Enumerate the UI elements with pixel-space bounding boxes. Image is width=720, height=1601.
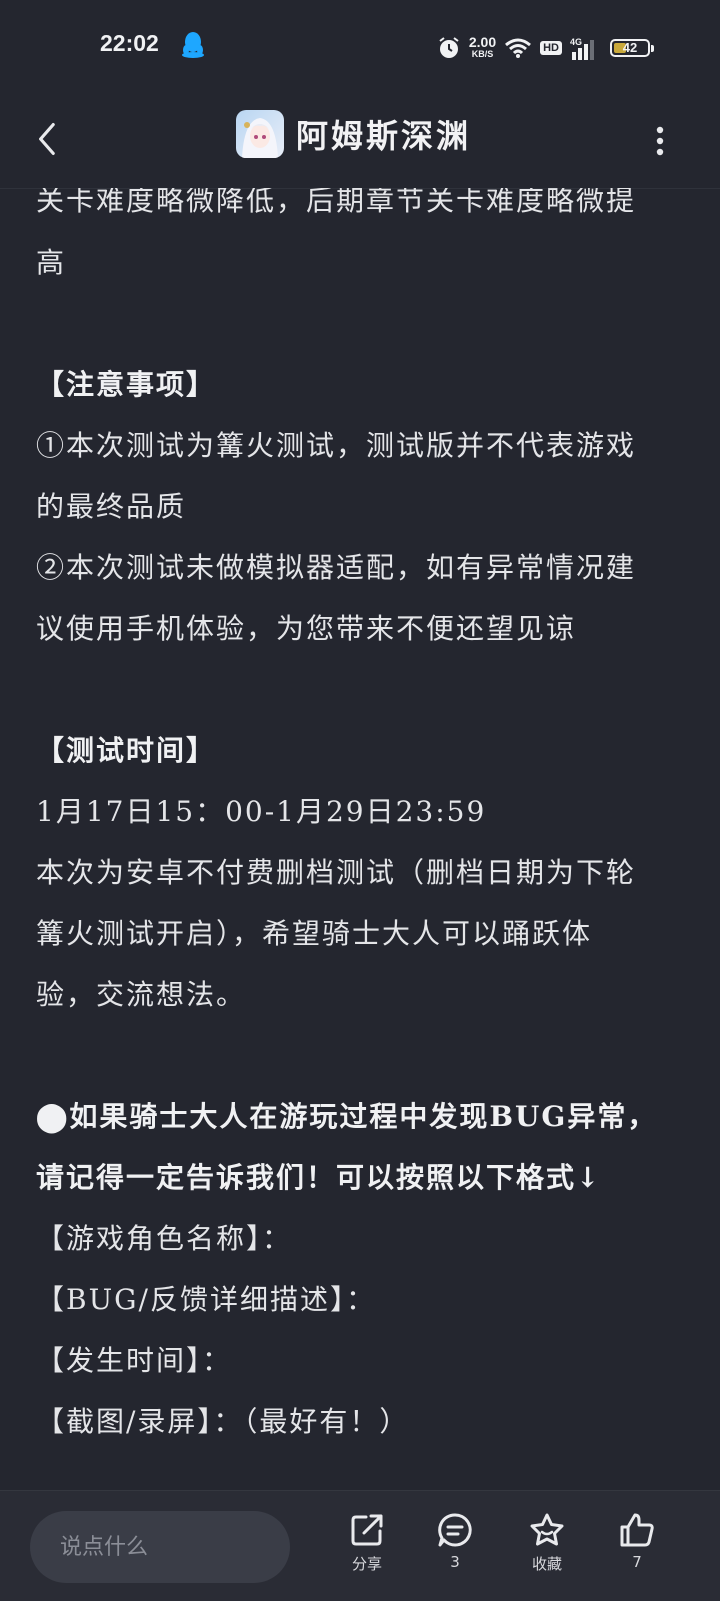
game-title-group[interactable]: 阿姆斯深渊 bbox=[236, 110, 471, 158]
wifi-icon bbox=[504, 37, 532, 59]
share-label: 分享 bbox=[351, 1555, 382, 1573]
back-button[interactable] bbox=[26, 114, 66, 164]
more-button[interactable] bbox=[648, 116, 672, 166]
article-body: 关卡难度略微降低，后期章节关卡难度略微提 高 【注意事项】 ①本次测试为篝火测试… bbox=[36, 188, 686, 1500]
hd-badge: HD bbox=[540, 41, 562, 55]
like-button[interactable]: 7 bbox=[602, 1511, 672, 1591]
thumbs-up-icon bbox=[620, 1513, 654, 1547]
section-heading: 【注意事项】 bbox=[36, 368, 217, 401]
text-line: 篝火测试开启），希望骑士大人可以踊跃体 bbox=[36, 917, 593, 950]
status-time: 22:02 bbox=[100, 30, 159, 56]
comment-icon bbox=[438, 1513, 472, 1547]
text-line: ②本次测试未做模拟器适配，如有异常情况建 bbox=[36, 551, 637, 584]
net-speed: 2.00 KB/S bbox=[468, 34, 497, 60]
comment-button[interactable]: 3 bbox=[420, 1511, 490, 1591]
signal-icon: 4G bbox=[570, 36, 598, 60]
text-line bbox=[36, 1025, 686, 1086]
status-icons: 2.00 KB/S HD 4G 42 bbox=[437, 30, 654, 66]
text-line: ①本次测试为篝火测试，测试版并不代表游戏 bbox=[36, 429, 637, 462]
share-button[interactable]: 分享 bbox=[332, 1511, 402, 1591]
text-line: 请记得一定告诉我们！可以按照以下格式↓ bbox=[36, 1161, 602, 1194]
comment-input[interactable] bbox=[30, 1511, 290, 1583]
text-line: 【发生时间】： bbox=[36, 1344, 233, 1377]
chevron-left-icon bbox=[39, 123, 55, 155]
battery-level: 42 bbox=[622, 40, 638, 55]
alarm-icon bbox=[437, 36, 461, 60]
text-line: 议使用手机体验，为您带来不便还望见谅 bbox=[36, 612, 577, 645]
text-line: 的最终品质 bbox=[36, 490, 187, 523]
text-line: 1月17日15：00-1月29日23:59 bbox=[36, 795, 487, 828]
text-line: 验，交流想法。 bbox=[36, 978, 247, 1011]
section-heading: 【测试时间】 bbox=[36, 734, 217, 767]
like-count: 7 bbox=[632, 1553, 642, 1571]
net-speed-value: 2.00 bbox=[468, 34, 497, 50]
comment-count: 3 bbox=[450, 1553, 460, 1571]
more-vertical-icon bbox=[656, 126, 664, 156]
network-type: 4G bbox=[570, 37, 582, 47]
app-header: 阿姆斯深渊 bbox=[0, 96, 720, 189]
favorite-label: 收藏 bbox=[531, 1555, 562, 1573]
qq-icon bbox=[180, 30, 206, 60]
share-icon bbox=[351, 1514, 383, 1546]
text-line: 关卡难度略微降低，后期章节关卡难度略微提 bbox=[36, 188, 637, 217]
bottom-action-bar: 分享 3 收藏 7 bbox=[0, 1490, 720, 1601]
text-line: 【BUG/反馈详细描述】： bbox=[36, 1283, 376, 1316]
page-title: 阿姆斯深渊 bbox=[296, 117, 472, 155]
text-line: ⬤如果骑士大人在游玩过程中发现BUG异常， bbox=[36, 1100, 658, 1133]
favorite-button[interactable]: 收藏 bbox=[512, 1511, 582, 1591]
status-bar: 22:02 2.00 KB/S HD 4G 42 bbox=[0, 0, 720, 96]
net-speed-unit: KB/S bbox=[471, 49, 494, 59]
text-line: 【截图/录屏】：（最好有！） bbox=[36, 1405, 410, 1438]
battery-icon: 42 bbox=[610, 39, 654, 57]
star-icon bbox=[530, 1513, 564, 1546]
text-line bbox=[36, 659, 686, 720]
text-line: 本次为安卓不付费删档测试（删档日期为下轮 bbox=[36, 856, 637, 889]
text-line: 【游戏角色名称】： bbox=[36, 1222, 293, 1255]
text-line: 高 bbox=[36, 246, 67, 279]
text-line bbox=[36, 293, 686, 354]
game-avatar-icon bbox=[236, 110, 284, 158]
